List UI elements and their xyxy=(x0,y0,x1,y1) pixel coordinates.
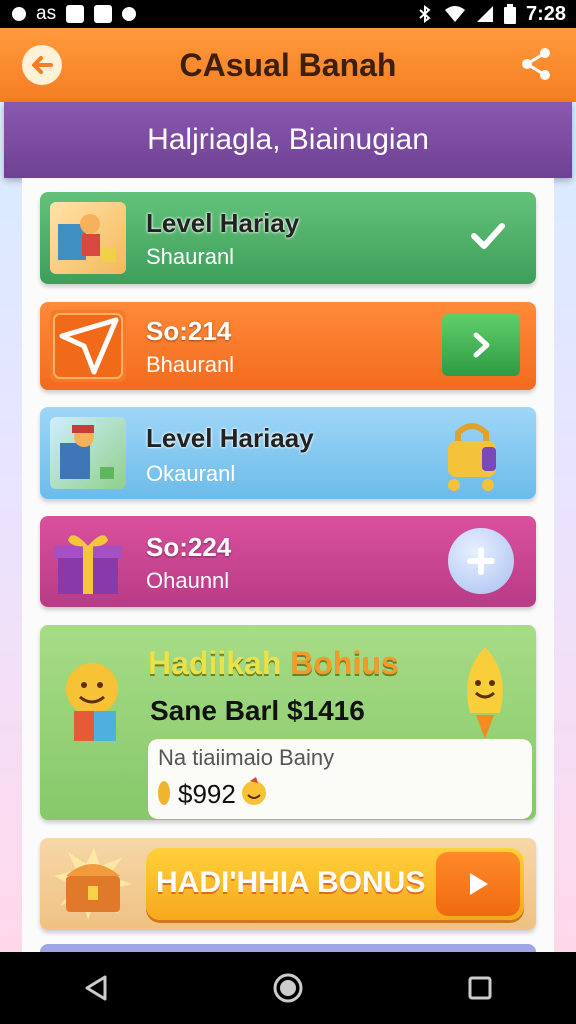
notification-icon xyxy=(12,7,26,21)
gift-box-icon xyxy=(50,526,126,598)
signal-icon xyxy=(476,6,493,22)
rocket-mascot-icon xyxy=(467,647,503,739)
paper-plane-icon xyxy=(50,310,126,382)
recents-square-icon xyxy=(468,976,492,1000)
treasure-chest-icon xyxy=(54,848,132,920)
back-button[interactable] xyxy=(22,45,62,85)
wifi-icon xyxy=(444,6,465,22)
level-card-1[interactable]: Level Hariay Shauranl xyxy=(40,192,536,284)
status-left-text: as xyxy=(36,3,57,24)
plus-icon xyxy=(467,547,495,575)
go-button[interactable] xyxy=(442,314,520,376)
next-card-peek xyxy=(40,944,536,952)
system-nav-bar xyxy=(0,952,576,1024)
card-subtitle: Bhauranl xyxy=(146,352,235,377)
reading-character-icon xyxy=(50,202,126,274)
card-subtitle: Okauranl xyxy=(146,461,236,486)
card-subtitle: Shauranl xyxy=(146,244,235,269)
hadiah-bonus-button[interactable]: HADI'HHIA BONUS xyxy=(146,848,524,920)
status-time: 7:28 xyxy=(525,2,566,25)
card-subtitle: Ohaunnl xyxy=(146,568,230,593)
lock-icon xyxy=(448,423,496,491)
back-triangle-icon xyxy=(85,975,107,1001)
bonus-cta-card: HADI'HHIA BONUS xyxy=(40,838,536,930)
nav-back-button[interactable] xyxy=(76,968,116,1008)
battery-icon xyxy=(503,4,516,24)
bonus-title-part2: Bohius xyxy=(290,645,399,681)
back-arrow-icon xyxy=(32,56,53,74)
level-card-4[interactable]: So:224 Ohaunnl xyxy=(40,516,536,607)
section-header: Haljriagla, Biainugian xyxy=(4,102,572,178)
bonus-detail-box: Na tiaiimaio Bainy $992 xyxy=(148,739,532,819)
image-icon xyxy=(66,5,85,23)
add-button[interactable] xyxy=(448,528,514,594)
record-icon xyxy=(122,7,137,21)
bluetooth-icon xyxy=(419,5,431,23)
studying-character-icon xyxy=(50,417,126,489)
status-bar: as 7:28 xyxy=(0,0,576,28)
card-title: So:214 xyxy=(146,316,232,346)
cta-label: HADI'HHIA BONUS xyxy=(156,866,426,899)
smiley-reading-icon xyxy=(66,663,118,741)
chevron-right-icon xyxy=(473,332,490,358)
bonus-title: Hadiikah Bohius xyxy=(148,645,399,682)
bonus-card: Hadiikah Bohius Sane Barl $1416 Na tiaii… xyxy=(40,625,536,820)
share-button[interactable] xyxy=(518,46,554,82)
app-bar: CAsual Banah xyxy=(0,28,576,102)
coin-icon xyxy=(158,781,170,805)
play-arrow-icon xyxy=(470,873,488,895)
checkmark-icon xyxy=(471,223,505,249)
app-icon xyxy=(94,5,113,23)
home-circle-icon xyxy=(273,973,303,1003)
bonus-amount: $992 xyxy=(178,779,236,809)
bonus-detail-label: Na tiaiimaio Bainy xyxy=(158,745,335,770)
card-title: So:224 xyxy=(146,532,232,562)
level-card-3[interactable]: Level Hariaay Okauranl xyxy=(40,407,536,499)
card-title: Level Hariay xyxy=(146,208,300,238)
smiley-icon xyxy=(242,777,266,805)
level-card-2[interactable]: So:214 Bhauranl xyxy=(40,302,536,390)
nav-recents-button[interactable] xyxy=(460,968,500,1008)
section-title: Haljriagla, Biainugian xyxy=(147,123,429,156)
nav-home-button[interactable] xyxy=(268,968,308,1008)
share-icon xyxy=(522,48,550,80)
cta-arrow-button[interactable] xyxy=(436,852,520,916)
bonus-title-part1: Hadiikah xyxy=(148,645,282,681)
app-title: CAsual Banah xyxy=(179,46,397,83)
bonus-subtitle: Sane Barl $1416 xyxy=(150,695,365,726)
card-title: Level Hariaay xyxy=(146,423,314,453)
